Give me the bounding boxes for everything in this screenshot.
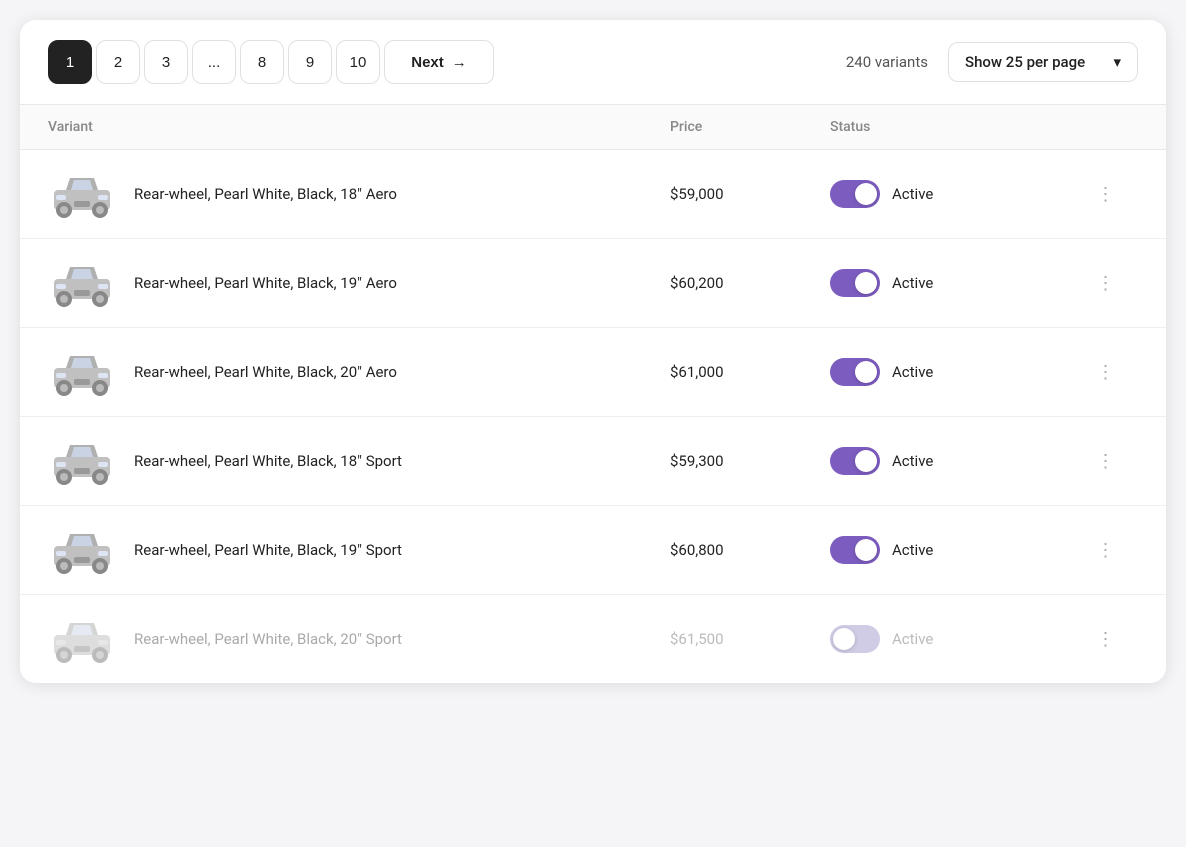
variant-cell: Rear-wheel, Pearl White, Black, 20" Aero (48, 346, 670, 398)
price-cell: $59,300 (670, 452, 830, 470)
next-page-button[interactable]: Next → (384, 40, 494, 84)
price-cell: $60,200 (670, 274, 830, 292)
variant-cell: Rear-wheel, Pearl White, Black, 18" Aero (48, 168, 670, 220)
table-row: Rear-wheel, Pearl White, Black, 20" Aero… (20, 328, 1166, 417)
status-toggle[interactable] (830, 180, 880, 208)
more-options-button[interactable]: ⋮ (1090, 534, 1122, 566)
toggle-knob (855, 272, 877, 294)
status-label: Active (892, 452, 946, 470)
status-cell: Active (830, 536, 1090, 564)
status-toggle[interactable] (830, 625, 880, 653)
more-menu-cell: ⋮ (1090, 623, 1138, 655)
variant-label: Rear-wheel, Pearl White, Black, 18" Spor… (134, 452, 402, 470)
status-toggle[interactable] (830, 358, 880, 386)
more-options-button[interactable]: ⋮ (1090, 356, 1122, 388)
variant-label: Rear-wheel, Pearl White, Black, 18" Aero (134, 185, 397, 203)
status-toggle[interactable] (830, 447, 880, 475)
next-label: Next (411, 54, 444, 71)
main-container: 123...8910 Next → 240 variants Show 25 per… (20, 20, 1166, 683)
car-icon (48, 346, 116, 398)
header-variant: Variant (48, 119, 670, 135)
header-actions (1090, 119, 1138, 135)
variant-label: Rear-wheel, Pearl White, Black, 20" Aero (134, 363, 397, 381)
header-price: Price (670, 119, 830, 135)
status-label: Active (892, 185, 946, 203)
table-row: Rear-wheel, Pearl White, Black, 19" Spor… (20, 506, 1166, 595)
more-menu-cell: ⋮ (1090, 534, 1138, 566)
more-options-button[interactable]: ⋮ (1090, 267, 1122, 299)
variant-cell: Rear-wheel, Pearl White, Black, 20" Spor… (48, 613, 670, 665)
car-icon (48, 168, 116, 220)
price-cell: $60,800 (670, 541, 830, 559)
car-icon (48, 613, 116, 665)
table-row: Rear-wheel, Pearl White, Black, 20" Spor… (20, 595, 1166, 683)
variant-label: Rear-wheel, Pearl White, Black, 20" Spor… (134, 630, 402, 648)
chevron-down-icon: ▾ (1113, 53, 1121, 71)
more-menu-cell: ⋮ (1090, 178, 1138, 210)
table-body: Rear-wheel, Pearl White, Black, 18" Aero… (20, 150, 1166, 683)
status-label: Active (892, 630, 946, 648)
toggle-knob (855, 450, 877, 472)
more-menu-cell: ⋮ (1090, 267, 1138, 299)
variant-label: Rear-wheel, Pearl White, Black, 19" Spor… (134, 541, 402, 559)
more-options-button[interactable]: ⋮ (1090, 445, 1122, 477)
status-cell: Active (830, 447, 1090, 475)
more-menu-cell: ⋮ (1090, 445, 1138, 477)
status-label: Active (892, 274, 946, 292)
page-btn-1[interactable]: 1 (48, 40, 92, 84)
price-cell: $61,000 (670, 363, 830, 381)
table-row: Rear-wheel, Pearl White, Black, 19" Aero… (20, 239, 1166, 328)
per-page-dropdown[interactable]: Show 25 per page ▾ (948, 42, 1138, 82)
table-row: Rear-wheel, Pearl White, Black, 18" Spor… (20, 417, 1166, 506)
pagination-right: 240 variants Show 25 per page ▾ (846, 42, 1138, 82)
toggle-knob (855, 539, 877, 561)
variant-cell: Rear-wheel, Pearl White, Black, 19" Spor… (48, 524, 670, 576)
page-btn-8[interactable]: 8 (240, 40, 284, 84)
status-cell: Active (830, 625, 1090, 653)
variant-cell: Rear-wheel, Pearl White, Black, 18" Spor… (48, 435, 670, 487)
toggle-knob (855, 183, 877, 205)
page-btn-10[interactable]: 10 (336, 40, 380, 84)
more-menu-cell: ⋮ (1090, 356, 1138, 388)
pagination-controls: 123...8910 Next → (48, 40, 494, 84)
status-toggle[interactable] (830, 536, 880, 564)
arrow-icon: → (452, 54, 467, 71)
price-cell: $59,000 (670, 185, 830, 203)
table-row: Rear-wheel, Pearl White, Black, 18" Aero… (20, 150, 1166, 239)
price-cell: $61,500 (670, 630, 830, 648)
status-cell: Active (830, 358, 1090, 386)
page-btn-ellipsis[interactable]: ... (192, 40, 236, 84)
status-label: Active (892, 541, 946, 559)
toggle-knob (833, 628, 855, 650)
variant-label: Rear-wheel, Pearl White, Black, 19" Aero (134, 274, 397, 292)
more-options-button[interactable]: ⋮ (1090, 178, 1122, 210)
page-btn-2[interactable]: 2 (96, 40, 140, 84)
page-btn-3[interactable]: 3 (144, 40, 188, 84)
variant-cell: Rear-wheel, Pearl White, Black, 19" Aero (48, 257, 670, 309)
pagination-bar: 123...8910 Next → 240 variants Show 25 per… (20, 20, 1166, 105)
status-cell: Active (830, 180, 1090, 208)
status-toggle[interactable] (830, 269, 880, 297)
per-page-label: Show 25 per page (965, 53, 1085, 71)
more-options-button[interactable]: ⋮ (1090, 623, 1122, 655)
car-icon (48, 257, 116, 309)
toggle-knob (855, 361, 877, 383)
variants-count: 240 variants (846, 53, 928, 71)
car-icon (48, 524, 116, 576)
status-label: Active (892, 363, 946, 381)
table-header: Variant Price Status (20, 105, 1166, 150)
header-status: Status (830, 119, 1090, 135)
page-btn-9[interactable]: 9 (288, 40, 332, 84)
car-icon (48, 435, 116, 487)
status-cell: Active (830, 269, 1090, 297)
